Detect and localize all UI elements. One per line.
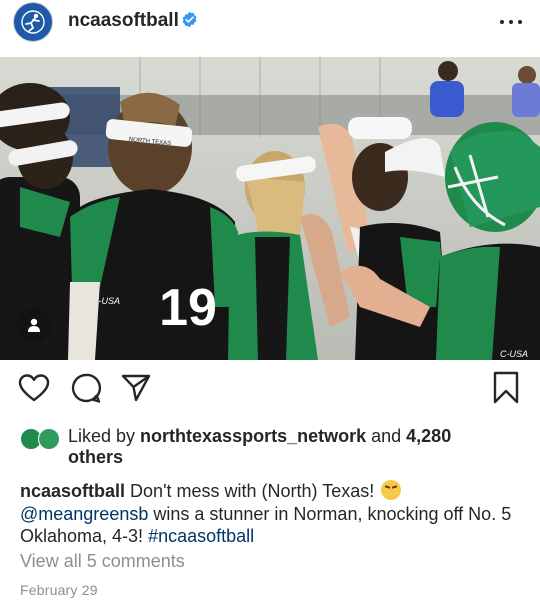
post-caption: ncaasoftball Don't mess with (North) Tex… bbox=[20, 480, 525, 548]
steam-face-emoji-icon bbox=[381, 480, 402, 500]
verified-badge-icon bbox=[182, 11, 197, 28]
liker-avatar[interactable] bbox=[38, 428, 60, 450]
post-action-bar bbox=[0, 370, 540, 414]
user-tag-icon[interactable] bbox=[17, 308, 51, 342]
likes-count[interactable]: 4,280 bbox=[406, 426, 451, 446]
jersey-number: 19 bbox=[159, 279, 217, 337]
likes-text: Liked by northtexassports_network and 4,… bbox=[20, 426, 520, 468]
more-options-icon[interactable] bbox=[500, 11, 522, 31]
caption-hashtag-link[interactable]: #ncaasoftball bbox=[148, 526, 254, 546]
caption-text-1: Don't mess with (North) Texas! bbox=[130, 481, 375, 501]
account-username[interactable]: ncaasoftball bbox=[68, 10, 179, 32]
svg-text:C-USA: C-USA bbox=[500, 349, 528, 359]
post-header: ncaasoftball bbox=[0, 0, 540, 56]
likes-others[interactable]: others bbox=[68, 447, 123, 467]
post-image[interactable]: NORTH TEXAS 19 C-USA C-USA bbox=[0, 57, 540, 360]
post-date: February 29 bbox=[20, 582, 98, 598]
account-avatar[interactable] bbox=[13, 2, 53, 42]
liker-username[interactable]: northtexassports_network bbox=[140, 426, 366, 446]
comment-icon[interactable] bbox=[68, 370, 104, 406]
team-huddle-photo: NORTH TEXAS 19 C-USA C-USA bbox=[0, 57, 540, 360]
share-icon[interactable] bbox=[118, 370, 154, 406]
likes-middle: and bbox=[366, 426, 407, 446]
bookmark-icon[interactable] bbox=[488, 370, 524, 406]
likes-prefix: Liked by bbox=[68, 426, 141, 446]
softball-player-logo-icon bbox=[21, 10, 45, 34]
view-comments-link[interactable]: View all 5 comments bbox=[20, 551, 185, 572]
likes-summary: Liked by northtexassports_network and 4,… bbox=[20, 426, 520, 468]
heart-icon[interactable] bbox=[16, 370, 52, 406]
caption-username[interactable]: ncaasoftball bbox=[20, 481, 125, 501]
caption-mention-link[interactable]: @meangreensb bbox=[20, 504, 148, 524]
person-silhouette-icon bbox=[28, 318, 40, 332]
liker-avatars[interactable] bbox=[20, 428, 64, 452]
